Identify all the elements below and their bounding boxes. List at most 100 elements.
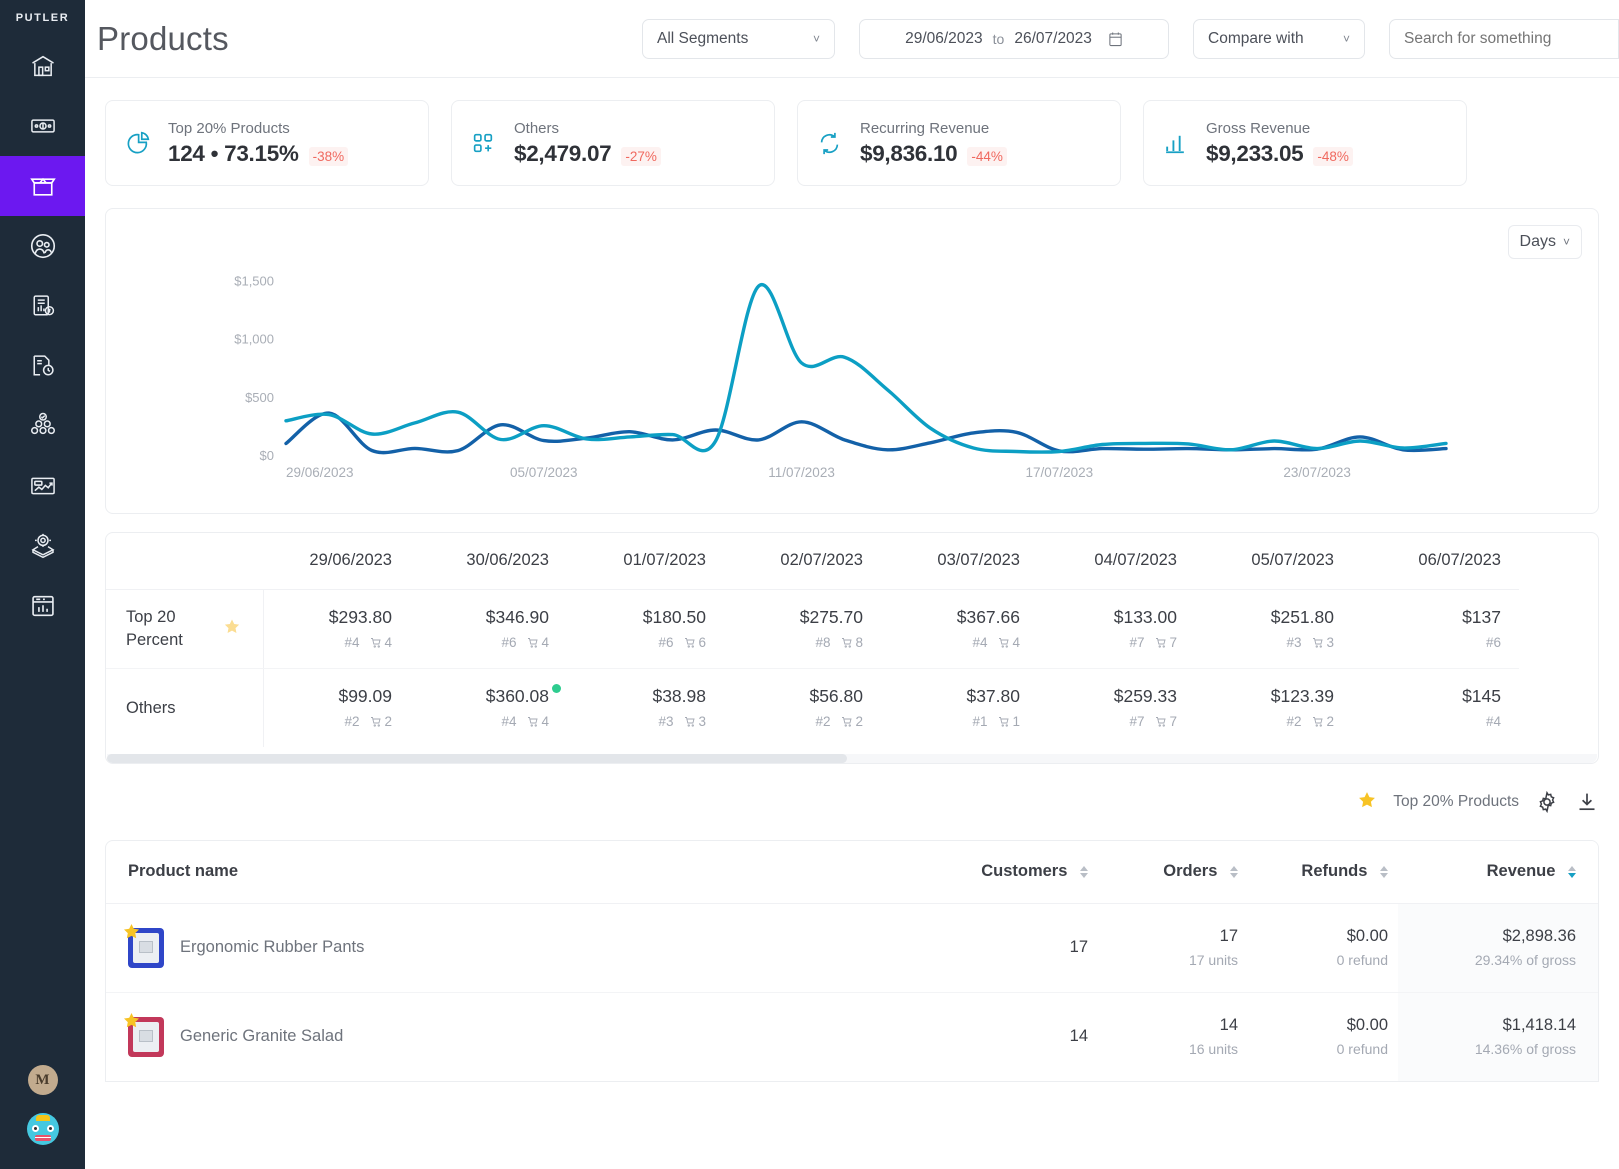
download-icon[interactable]: [1575, 790, 1599, 814]
matrix-column-header: 06/07/2023: [1362, 533, 1519, 590]
sidebar-item-reports[interactable]: [0, 576, 85, 636]
stat-value: $9,836.10: [860, 140, 958, 166]
matrix-column-header: 29/06/2023: [263, 533, 420, 590]
stat-delta: -27%: [621, 146, 661, 166]
matrix-cell[interactable]: $346.90 #6 4: [420, 589, 577, 669]
matrix-cell[interactable]: $251.80 #3 3: [1205, 589, 1362, 669]
matrix-cell[interactable]: $37.80 #1 1: [891, 668, 1048, 747]
refunds-cell: $0.00 0 refund: [1248, 903, 1398, 993]
sidebar-item-insights[interactable]: [0, 456, 85, 516]
main-content: Products All Segments ˅ 29/06/2023 to 26…: [85, 0, 1619, 1169]
stat-card-others[interactable]: Others $2,479.07 -27%: [451, 100, 775, 186]
order-count: #4: [344, 635, 360, 650]
stat-card-recurring-revenue[interactable]: Recurring Revenue $9,836.10 -44%: [797, 100, 1121, 186]
matrix-cell-sub: #1 1: [891, 714, 1020, 729]
matrix-cell[interactable]: $145 #4: [1362, 668, 1519, 747]
matrix-cell-sub: #4 4: [264, 635, 392, 650]
order-count: #4: [1485, 714, 1501, 730]
revenue-cell-sub: 14.36% of gross: [1474, 1041, 1576, 1058]
clipboard-dollar-icon: [29, 292, 57, 320]
stat-card-top20[interactable]: Top 20% Products 124 • 73.15% -38%: [105, 100, 429, 186]
product-title[interactable]: Generic Granite Salad: [180, 1027, 343, 1046]
revenue-cell-value: $2,898.36: [1502, 927, 1576, 945]
scrollbar-thumb[interactable]: [107, 754, 847, 763]
matrix-cell[interactable]: $123.39 #2 2: [1205, 668, 1362, 747]
date-to: 26/07/2023: [1014, 30, 1092, 47]
order-count: #7: [1129, 635, 1145, 650]
column-header-customers[interactable]: Customers: [948, 841, 1098, 904]
revenue-cell: $1,418.14 14.36% of gross: [1398, 992, 1598, 1081]
order-count: #4: [972, 635, 988, 650]
granularity-dropdown[interactable]: Days ˅: [1507, 225, 1582, 259]
report-bar-icon: [29, 592, 57, 620]
sidebar-item-products[interactable]: [0, 156, 85, 216]
revenue-trend-chart: Days ˅ $0 $500 $1,000 $1,500 29/06/2023 05/07…: [105, 208, 1599, 514]
matrix-scroll-area[interactable]: 29/06/2023 30/06/2023 01/07/2023 02/07/2023…: [106, 533, 1598, 747]
matrix-cell[interactable]: $137 #6: [1362, 589, 1519, 669]
cart-count: 2: [841, 714, 863, 729]
date-range-picker[interactable]: 29/06/2023 to 26/07/2023: [859, 19, 1169, 59]
cart-count: 2: [370, 714, 392, 729]
matrix-body: Top 20 Percent $293.80 #4 4 $346.90 #6 4 $180.5…: [106, 589, 1519, 747]
calendar-icon: [1108, 31, 1123, 47]
matrix-cell-amount: $137: [1462, 607, 1501, 627]
product-list-toolbar: Top 20% Products: [105, 764, 1599, 840]
matrix-cell[interactable]: $293.80 #4 4: [263, 589, 420, 669]
column-header-product-name[interactable]: Product name: [106, 841, 948, 904]
matrix-cell[interactable]: $180.50 #6 6: [577, 589, 734, 669]
matrix-cell[interactable]: $99.09 #2 2: [263, 668, 420, 747]
stat-card-gross-revenue[interactable]: Gross Revenue $9,233.05 -48%: [1143, 100, 1467, 186]
sidebar-item-customers[interactable]: [0, 216, 85, 276]
sort-icon[interactable]: [1080, 865, 1088, 878]
sort-icon[interactable]: [1230, 865, 1238, 878]
chart-window-icon: [29, 472, 57, 500]
workspace-avatar[interactable]: M: [27, 1065, 58, 1095]
y-axis-tick: $0: [260, 448, 274, 463]
column-header-refunds[interactable]: Refunds: [1248, 841, 1398, 904]
refunds-cell-sub: 0 refund: [1336, 952, 1388, 968]
sidebar-item-subscriptions[interactable]: [0, 336, 85, 396]
table-row[interactable]: Generic Granite Salad 14 14 16 units $0.00 0 …: [106, 992, 1598, 1081]
matrix-cell-sub: #2 2: [264, 714, 392, 729]
matrix-cell-amount: $360.08: [486, 684, 561, 707]
matrix-cell[interactable]: $133.00 #7 7: [1048, 589, 1205, 669]
user-avatar[interactable]: [26, 1113, 59, 1145]
matrix-cell[interactable]: $360.08 #4 4: [420, 668, 577, 747]
column-label: Refunds: [1301, 862, 1368, 881]
horizontal-scrollbar[interactable]: [107, 754, 1597, 763]
sidebar-item-sales[interactable]: [0, 96, 85, 156]
matrix-cell[interactable]: $275.70 #8 8: [734, 589, 891, 669]
top-products-label: Top 20% Products: [1393, 793, 1519, 810]
date-from: 29/06/2023: [905, 30, 983, 47]
sidebar-item-audience[interactable]: [0, 396, 85, 456]
orders-cell-value: 14: [1219, 1016, 1238, 1035]
compare-dropdown[interactable]: Compare with ˅: [1193, 19, 1365, 59]
matrix-cell[interactable]: $259.33 #7 7: [1048, 668, 1205, 747]
table-row[interactable]: Ergonomic Rubber Pants 17 17 17 units $0.00 0…: [106, 903, 1598, 993]
matrix-cell[interactable]: $38.98 #3 3: [577, 668, 734, 747]
search-input[interactable]: [1389, 19, 1619, 59]
sidebar-item-transactions[interactable]: [0, 276, 85, 336]
matrix-cell[interactable]: $56.80 #2 2: [734, 668, 891, 747]
chart-line-top-20-percent: [284, 282, 1448, 454]
sort-icon-active[interactable]: [1568, 865, 1576, 878]
column-header-revenue[interactable]: Revenue: [1398, 841, 1598, 904]
column-header-orders[interactable]: Orders: [1098, 841, 1248, 904]
matrix-column-header: 04/07/2023: [1048, 533, 1205, 590]
matrix-row-label-text: Others: [126, 698, 176, 717]
matrix-cell[interactable]: $367.66 #4 4: [891, 589, 1048, 669]
store-icon: [29, 52, 57, 80]
sidebar-item-home[interactable]: [0, 36, 85, 96]
orders-cell: 17 17 units: [1098, 903, 1248, 993]
product-title[interactable]: Ergonomic Rubber Pants: [180, 938, 364, 957]
refunds-cell-sub: 0 refund: [1336, 1041, 1388, 1058]
matrix-header-row: 29/06/2023 30/06/2023 01/07/2023 02/07/2023…: [106, 533, 1519, 590]
sort-icon[interactable]: [1380, 865, 1388, 878]
stat-value: $2,479.07: [514, 140, 612, 166]
gear-icon[interactable]: [1535, 790, 1559, 814]
document-refresh-icon: [29, 352, 57, 380]
sidebar-item-goals[interactable]: [0, 516, 85, 576]
matrix-cell-sub: #6: [1362, 635, 1501, 650]
star-icon: [1357, 790, 1377, 815]
segments-dropdown[interactable]: All Segments ˅: [642, 19, 835, 59]
